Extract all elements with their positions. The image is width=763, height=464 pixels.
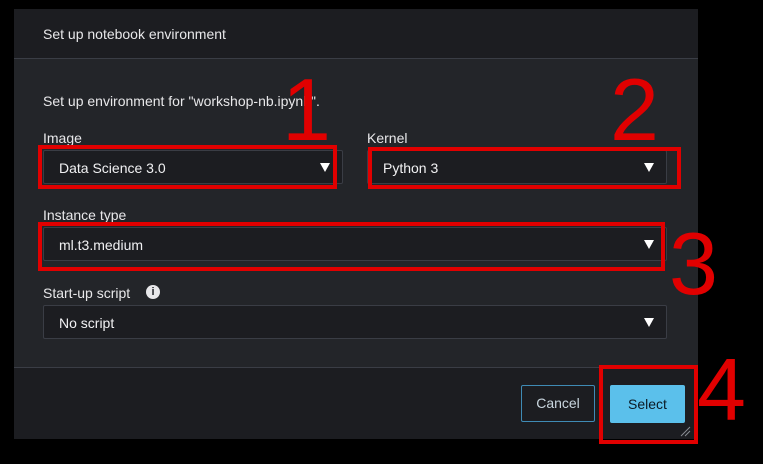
annotation-box-instance-type bbox=[38, 222, 665, 271]
info-icon[interactable]: i bbox=[146, 285, 160, 299]
dialog-footer bbox=[14, 368, 698, 439]
annotation-number-4: 4 bbox=[697, 340, 746, 439]
annotation-number-3: 3 bbox=[669, 214, 718, 313]
startup-script-select-value: No script bbox=[59, 315, 115, 331]
image-label: Image bbox=[43, 130, 82, 146]
annotation-box-select bbox=[599, 365, 698, 444]
dialog-title: Set up notebook environment bbox=[43, 26, 226, 42]
caret-down-icon bbox=[644, 318, 654, 327]
startup-script-select[interactable]: No script bbox=[43, 305, 667, 339]
instance-type-label: Instance type bbox=[43, 207, 127, 223]
cancel-button[interactable]: Cancel bbox=[521, 385, 595, 422]
dialog-description: Set up environment for "workshop-nb.ipyn… bbox=[43, 93, 320, 109]
dialog-header: Set up notebook environment bbox=[14, 9, 698, 59]
startup-script-label: Start-up script bbox=[43, 285, 131, 301]
annotation-number-1: 1 bbox=[282, 60, 331, 159]
kernel-label: Kernel bbox=[367, 130, 408, 146]
annotation-number-2: 2 bbox=[610, 60, 659, 159]
